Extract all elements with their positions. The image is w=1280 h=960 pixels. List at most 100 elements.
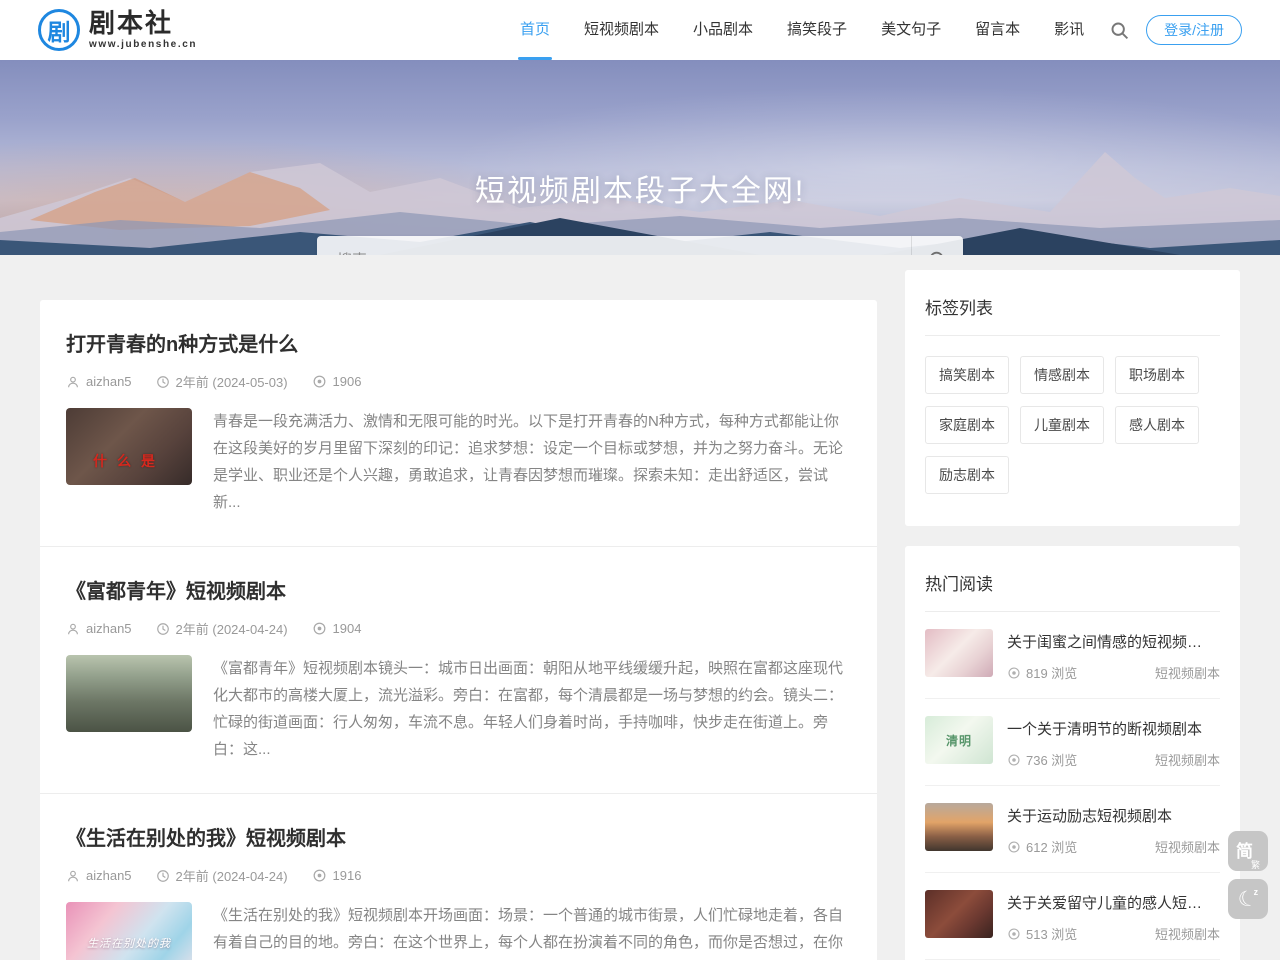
nav-item-funny-jokes[interactable]: 搞笑段子 [787, 0, 847, 60]
hot-item-title[interactable]: 一个关于清明节的断视频剧本 [1007, 718, 1220, 739]
eye-icon [1007, 927, 1021, 941]
article-title[interactable]: 打开青春的n种方式是什么 [66, 328, 851, 357]
article-item-2: 《富都青年》短视频剧本 aizhan5 2年前 (2024-04-24) 190… [40, 546, 877, 793]
hot-item-meta: 513 浏览 短视频剧本 [1007, 924, 1220, 943]
nav-item-movie-news[interactable]: 影讯 [1054, 0, 1084, 60]
eye-icon [1007, 753, 1021, 767]
view-count: 1916 [333, 868, 362, 883]
hot-item-category[interactable]: 短视频剧本 [1155, 663, 1220, 682]
hot-item-views: 736 浏览 [1007, 750, 1077, 769]
nav-item-sketch-scripts[interactable]: 小品剧本 [693, 0, 753, 60]
user-icon [66, 869, 80, 883]
hot-item-2: 清明 一个关于清明节的断视频剧本 736 浏览 短视频剧本 [925, 699, 1220, 786]
nav-item-guestbook[interactable]: 留言本 [975, 0, 1020, 60]
article-title[interactable]: 《生活在别处的我》短视频剧本 [66, 822, 851, 851]
article-excerpt: 《富都青年》短视频剧本镜头一：城市日出画面：朝阳从地平线缓缓升起，映照在富都这座… [213, 655, 851, 763]
article-meta: aizhan5 2年前 (2024-04-24) 1904 [66, 619, 851, 638]
nav-item-home[interactable]: 首页 [520, 0, 550, 60]
publish-time: 2年前 (2024-04-24) [176, 619, 288, 638]
hot-item-4: 关于关爱留守儿童的感人短… 513 浏览 短视频剧本 [925, 873, 1220, 960]
article-views: 1906 [312, 374, 362, 389]
article-title[interactable]: 《富都青年》短视频剧本 [66, 575, 851, 604]
hot-item-title[interactable]: 关于关爱留守儿童的感人短… [1007, 892, 1220, 913]
top-navbar: 剧 剧本社 www.jubenshe.cn 首页 短视频剧本 小品剧本 搞笑段子… [0, 0, 1280, 60]
article-list: 打开青春的n种方式是什么 aizhan5 2年前 (2024-05-03) 19… [40, 300, 877, 960]
hot-item-category[interactable]: 短视频剧本 [1155, 750, 1220, 769]
hot-item-title[interactable]: 关于运动励志短视频剧本 [1007, 805, 1220, 826]
site-name: 剧本社 [89, 10, 197, 36]
article-body: 什么是 青春是一段充满活力、激情和无限可能的时光。以下是打开青春的N种方式，每种… [66, 408, 851, 516]
article-time: 2年前 (2024-04-24) [156, 866, 288, 885]
tag-emotion[interactable]: 情感剧本 [1020, 356, 1104, 394]
hero-search-button[interactable] [911, 236, 963, 255]
hot-item-category[interactable]: 短视频剧本 [1155, 837, 1220, 856]
thumbnail-caption: 生活在别处的我 [87, 935, 171, 951]
thumbnail-caption: 什么是 [93, 451, 165, 471]
author-name[interactable]: aizhan5 [86, 374, 132, 389]
hero-search-bar [317, 236, 963, 255]
nav-item-essays[interactable]: 美文句子 [881, 0, 941, 60]
main-nav: 首页 短视频剧本 小品剧本 搞笑段子 美文句子 留言本 影讯 登录/注册 [503, 0, 1242, 60]
eye-icon [312, 868, 327, 883]
hot-item-views: 612 浏览 [1007, 837, 1077, 856]
hot-item-meta: 612 浏览 短视频剧本 [1007, 837, 1220, 856]
article-views: 1916 [312, 868, 362, 883]
tag-list-card: 标签列表 搞笑剧本 情感剧本 职场剧本 家庭剧本 儿童剧本 感人剧本 励志剧本 [905, 270, 1240, 526]
view-count: 1906 [333, 374, 362, 389]
article-body: 《富都青年》短视频剧本镜头一：城市日出画面：朝阳从地平线缓缓升起，映照在富都这座… [66, 655, 851, 763]
hot-reads-card: 热门阅读 关于闺蜜之间情感的短视频… 819 浏览 短视频剧本 [905, 546, 1240, 960]
thumbnail-caption: 清明 [946, 732, 972, 749]
hot-thumbnail[interactable] [925, 803, 993, 851]
simplified-traditional-toggle[interactable]: 简繁 [1228, 831, 1268, 871]
article-excerpt: 《生活在别处的我》短视频剧本开场画面：场景：一个普通的城市街景，人们忙碌地走着，… [213, 902, 851, 960]
tag-inspirational[interactable]: 励志剧本 [925, 456, 1009, 494]
article-thumbnail[interactable]: 生活在别处的我 [66, 902, 192, 960]
logo-icon: 剧 [38, 9, 80, 51]
tag-touching[interactable]: 感人剧本 [1115, 406, 1199, 444]
article-thumbnail[interactable]: 什么是 [66, 408, 192, 485]
eye-icon [312, 621, 327, 636]
tag-funny[interactable]: 搞笑剧本 [925, 356, 1009, 394]
traditional-label: 繁 [1251, 858, 1260, 871]
login-register-button[interactable]: 登录/注册 [1146, 15, 1242, 46]
author-name[interactable]: aizhan5 [86, 868, 132, 883]
article-body: 生活在别处的我 《生活在别处的我》短视频剧本开场画面：场景：一个普通的城市街景，… [66, 902, 851, 960]
publish-time: 2年前 (2024-04-24) [176, 866, 288, 885]
tag-workplace[interactable]: 职场剧本 [1115, 356, 1199, 394]
hot-item-meta: 736 浏览 短视频剧本 [1007, 750, 1220, 769]
eye-icon [1007, 840, 1021, 854]
article-thumbnail[interactable] [66, 655, 192, 732]
article-excerpt: 青春是一段充满活力、激情和无限可能的时光。以下是打开青春的N种方式，每种方式都能… [213, 408, 851, 516]
mountain-background [0, 60, 1280, 255]
tag-family[interactable]: 家庭剧本 [925, 406, 1009, 444]
site-domain: www.jubenshe.cn [89, 40, 197, 50]
hero-title: 短视频剧本段子大全网! [0, 166, 1280, 210]
hot-item-views: 513 浏览 [1007, 924, 1077, 943]
hot-item-views: 819 浏览 [1007, 663, 1077, 682]
hot-item-1: 关于闺蜜之间情感的短视频… 819 浏览 短视频剧本 [925, 612, 1220, 699]
clock-icon [156, 375, 170, 389]
eye-icon [312, 374, 327, 389]
author-name[interactable]: aizhan5 [86, 621, 132, 636]
view-count: 1904 [333, 621, 362, 636]
hot-item-category[interactable]: 短视频剧本 [1155, 924, 1220, 943]
hot-thumbnail[interactable] [925, 890, 993, 938]
clock-icon [156, 869, 170, 883]
hero-search-input[interactable] [317, 236, 911, 255]
article-author: aizhan5 [66, 621, 132, 636]
publish-time: 2年前 (2024-05-03) [176, 372, 288, 391]
eye-icon [1007, 666, 1021, 680]
search-icon[interactable] [1109, 20, 1130, 41]
dark-mode-toggle[interactable]: ☾z [1228, 879, 1268, 919]
nav-item-short-video-scripts[interactable]: 短视频剧本 [584, 0, 659, 60]
tag-children[interactable]: 儿童剧本 [1020, 406, 1104, 444]
site-logo[interactable]: 剧 剧本社 www.jubenshe.cn [38, 9, 197, 51]
hot-item-title[interactable]: 关于闺蜜之间情感的短视频… [1007, 631, 1220, 652]
tag-list: 搞笑剧本 情感剧本 职场剧本 家庭剧本 儿童剧本 感人剧本 励志剧本 [925, 336, 1220, 506]
logo-text: 剧本社 www.jubenshe.cn [89, 10, 197, 50]
article-item-1: 打开青春的n种方式是什么 aizhan5 2年前 (2024-05-03) 19… [40, 300, 877, 546]
hot-thumbnail[interactable] [925, 629, 993, 677]
article-author: aizhan5 [66, 374, 132, 389]
hot-thumbnail[interactable]: 清明 [925, 716, 993, 764]
user-icon [66, 622, 80, 636]
